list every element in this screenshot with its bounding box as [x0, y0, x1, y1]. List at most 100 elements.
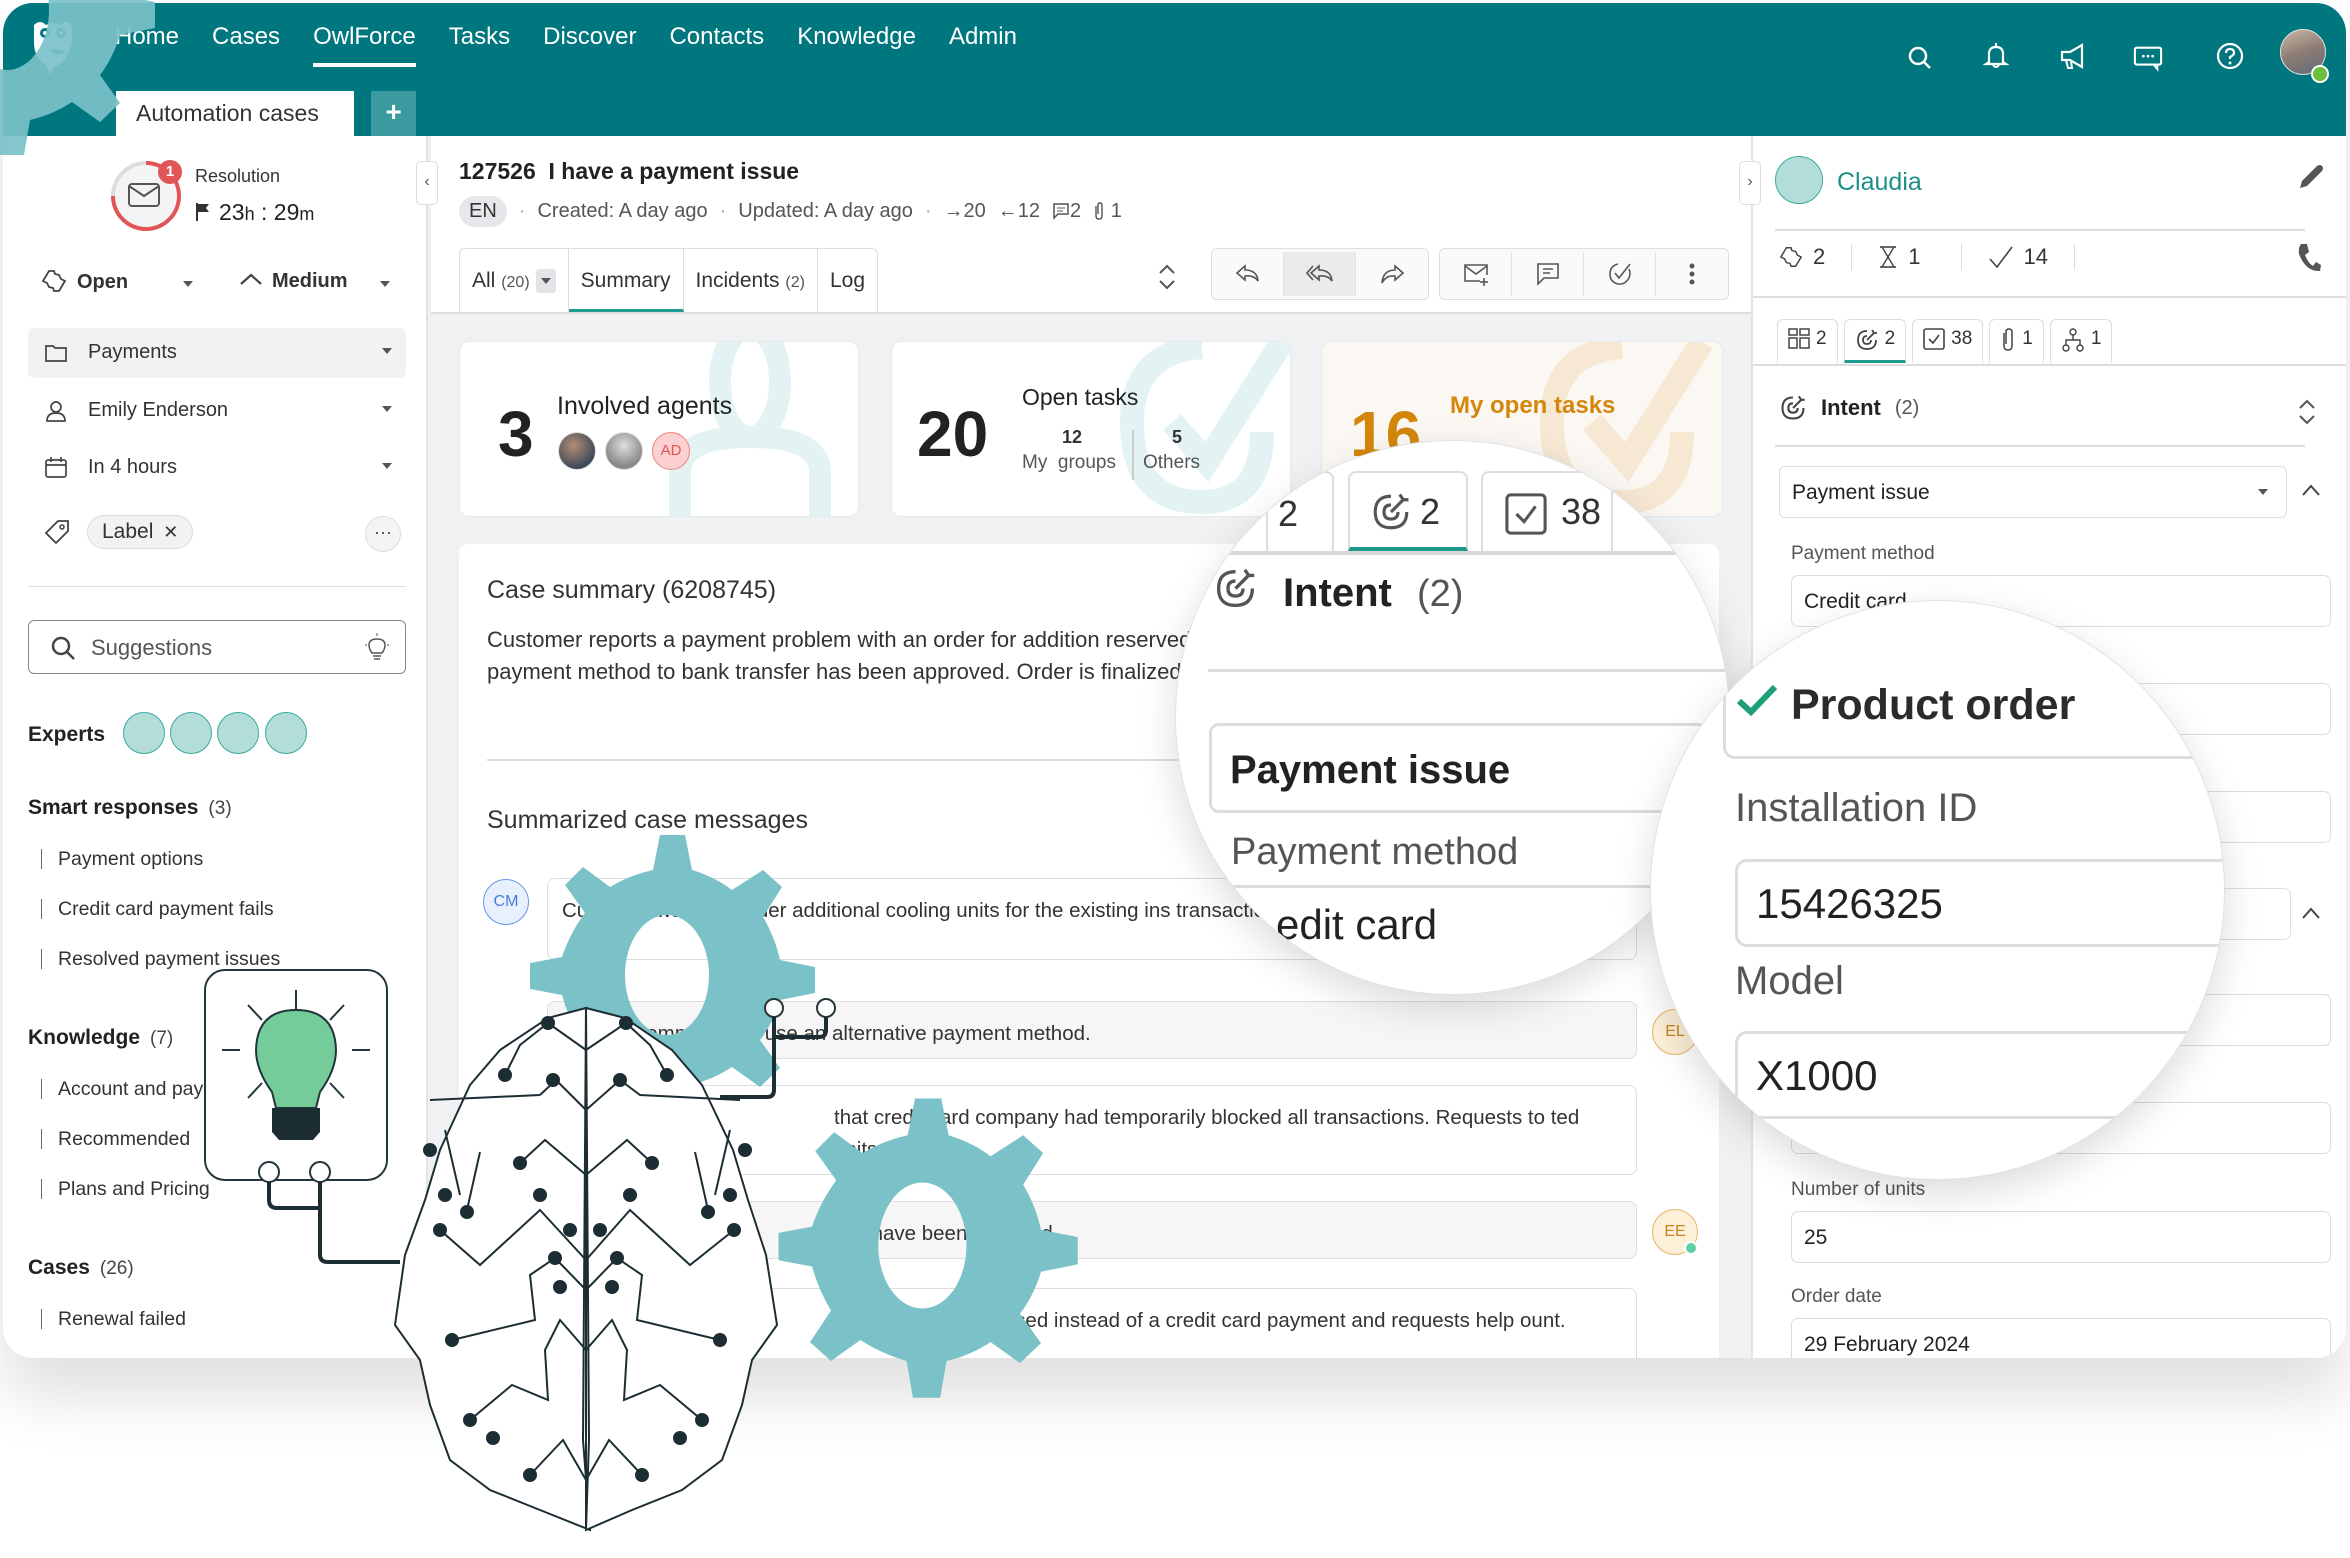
collapse-left-panel-button[interactable]: ‹ — [416, 161, 438, 205]
add-tab-button[interactable]: + — [371, 91, 416, 136]
smart-response-item[interactable]: Resolved payment issues — [41, 949, 280, 969]
checkbox-icon — [1505, 493, 1547, 535]
mag-tab-intent: 2 — [1348, 471, 1468, 551]
due-date-dropdown[interactable]: In 4 hours — [28, 443, 406, 493]
label-chip[interactable]: Label ✕ — [87, 515, 194, 549]
hours-value: 23 — [219, 199, 245, 225]
priority-dropdown[interactable]: Medium — [238, 269, 348, 293]
queue-dropdown[interactable]: Payments — [28, 328, 406, 378]
tab-summary[interactable]: Summary — [568, 249, 684, 312]
expand-collapse-icon[interactable] — [2296, 396, 2318, 428]
case-item[interactable]: Renewal failed — [41, 1309, 186, 1329]
remove-label-icon[interactable]: ✕ — [163, 522, 178, 542]
priority-caret-icon[interactable] — [380, 281, 390, 287]
tab-overview[interactable]: 2 — [1777, 319, 1838, 363]
expert-avatar[interactable] — [123, 712, 165, 754]
tab-incidents[interactable]: Incidents (2) — [684, 249, 818, 312]
tab-automation-cases[interactable]: Automation cases — [116, 91, 354, 136]
status-caret-icon[interactable] — [183, 281, 193, 287]
expert-avatar[interactable] — [217, 712, 259, 754]
megaphone-icon[interactable] — [2058, 41, 2088, 71]
message-bubble[interactable]: that credit card company had temporarily… — [547, 1085, 1637, 1175]
divider — [1753, 296, 2346, 298]
chevron-up-icon[interactable] — [2300, 481, 2322, 499]
reply-button[interactable] — [1212, 252, 1284, 296]
divider — [28, 586, 406, 587]
contact-avatar[interactable] — [1775, 156, 1823, 204]
message-avatar[interactable]: CM — [483, 879, 529, 925]
chevron-up-icon[interactable] — [2300, 904, 2322, 922]
resolve-button[interactable] — [1584, 252, 1656, 296]
reply-all-button[interactable] — [1284, 252, 1356, 296]
collapse-right-panel-button[interactable]: › — [1739, 161, 1761, 205]
involved-agents-card[interactable]: 3 Involved agents AD — [459, 341, 859, 517]
lightbulb-icon[interactable] — [363, 633, 391, 663]
message-bubble[interactable]: Emily recommends to use an alternative p… — [547, 1001, 1637, 1059]
calendar-icon — [45, 457, 67, 478]
edit-pencil-icon[interactable] — [2296, 162, 2326, 192]
nav-contacts[interactable]: Contacts — [669, 23, 764, 67]
agent-avatar-initials[interactable]: AD — [652, 432, 690, 470]
tab-all-dropdown[interactable] — [535, 269, 556, 294]
status-dropdown[interactable]: Open — [41, 269, 128, 294]
agent-watermark-icon — [669, 342, 831, 516]
message-bubble[interactable]: nk transfer can be used instead of a cre… — [547, 1288, 1637, 1358]
pending-value: 1 — [1908, 244, 1921, 269]
knowledge-item[interactable]: Account and pay — [41, 1079, 203, 1099]
caret-icon — [382, 463, 392, 469]
add-comment-button[interactable] — [1512, 252, 1584, 296]
tab-log[interactable]: Log — [818, 249, 877, 312]
divider — [1176, 885, 1729, 888]
stat-done[interactable]: 14 — [1988, 244, 2075, 270]
tab-hierarchy[interactable]: 1 — [2049, 319, 2113, 363]
magnifier-intent: 2 2 38 Intent (2) Payment issue Payment … — [1175, 440, 1730, 995]
agent-avatar[interactable] — [558, 432, 596, 470]
smart-responses-title: Smart responses — [28, 796, 199, 819]
nav-tasks[interactable]: Tasks — [449, 23, 510, 67]
kebab-menu-icon — [1689, 263, 1695, 285]
phone-icon[interactable] — [2296, 242, 2322, 274]
intent-select[interactable]: Payment issue — [1779, 466, 2287, 518]
more-options-button[interactable]: ··· — [365, 516, 401, 552]
incoming-count: ←12 — [997, 200, 1041, 222]
smart-response-item[interactable]: Payment options — [41, 849, 203, 869]
chat-icon[interactable] — [2133, 43, 2163, 73]
smart-response-item[interactable]: Credit card payment fails — [41, 899, 274, 919]
expert-avatar[interactable] — [265, 712, 307, 754]
stat-pending[interactable]: 1 — [1878, 244, 1962, 270]
agent-avatar[interactable] — [605, 432, 643, 470]
experts-label: Experts — [28, 723, 106, 746]
search-icon[interactable] — [1905, 43, 1935, 73]
units-input[interactable]: 25 — [1791, 1211, 2331, 1263]
contact-name[interactable]: Claudia — [1837, 168, 1922, 197]
owl-logo-icon[interactable] — [28, 17, 78, 77]
order-date-input[interactable]: 29 February 2024 — [1791, 1318, 2331, 1358]
assignee-dropdown[interactable]: Emily Enderson — [28, 386, 406, 436]
tab-intent[interactable]: 2 — [1843, 319, 1907, 363]
help-icon[interactable] — [2215, 41, 2245, 71]
tab-attachments[interactable]: 1 — [1989, 319, 2044, 363]
nav-home[interactable]: Home — [115, 23, 179, 67]
outgoing-value: 20 — [963, 200, 986, 222]
expert-avatar[interactable] — [170, 712, 212, 754]
message-bubble[interactable]: nits have been reserved. — [547, 1201, 1637, 1259]
knowledge-item[interactable]: Recommended — [41, 1129, 190, 1149]
cases-title: Cases — [28, 1256, 90, 1279]
nav-admin[interactable]: Admin — [949, 23, 1017, 67]
more-actions-button[interactable] — [1656, 252, 1728, 296]
knowledge-item[interactable]: Plans and Pricing — [41, 1179, 210, 1199]
suggestions-search-input[interactable]: Suggestions — [28, 620, 406, 674]
new-email-button[interactable] — [1440, 252, 1512, 296]
forward-button[interactable] — [1356, 252, 1428, 296]
expand-collapse-icon[interactable] — [1156, 261, 1178, 293]
outgoing-count: →20 — [943, 200, 986, 222]
tab-all[interactable]: All (20) — [460, 249, 569, 312]
nav-cases[interactable]: Cases — [212, 23, 280, 67]
mag-tab-count: 38 — [1561, 491, 1602, 532]
nav-discover[interactable]: Discover — [543, 23, 636, 67]
stat-tickets[interactable]: 2 — [1779, 244, 1853, 270]
tab-tasks[interactable]: 38 — [1912, 319, 1984, 363]
nav-owlforce[interactable]: OwlForce — [313, 23, 416, 67]
nav-knowledge[interactable]: Knowledge — [797, 23, 916, 67]
bell-icon[interactable] — [1981, 41, 2011, 71]
